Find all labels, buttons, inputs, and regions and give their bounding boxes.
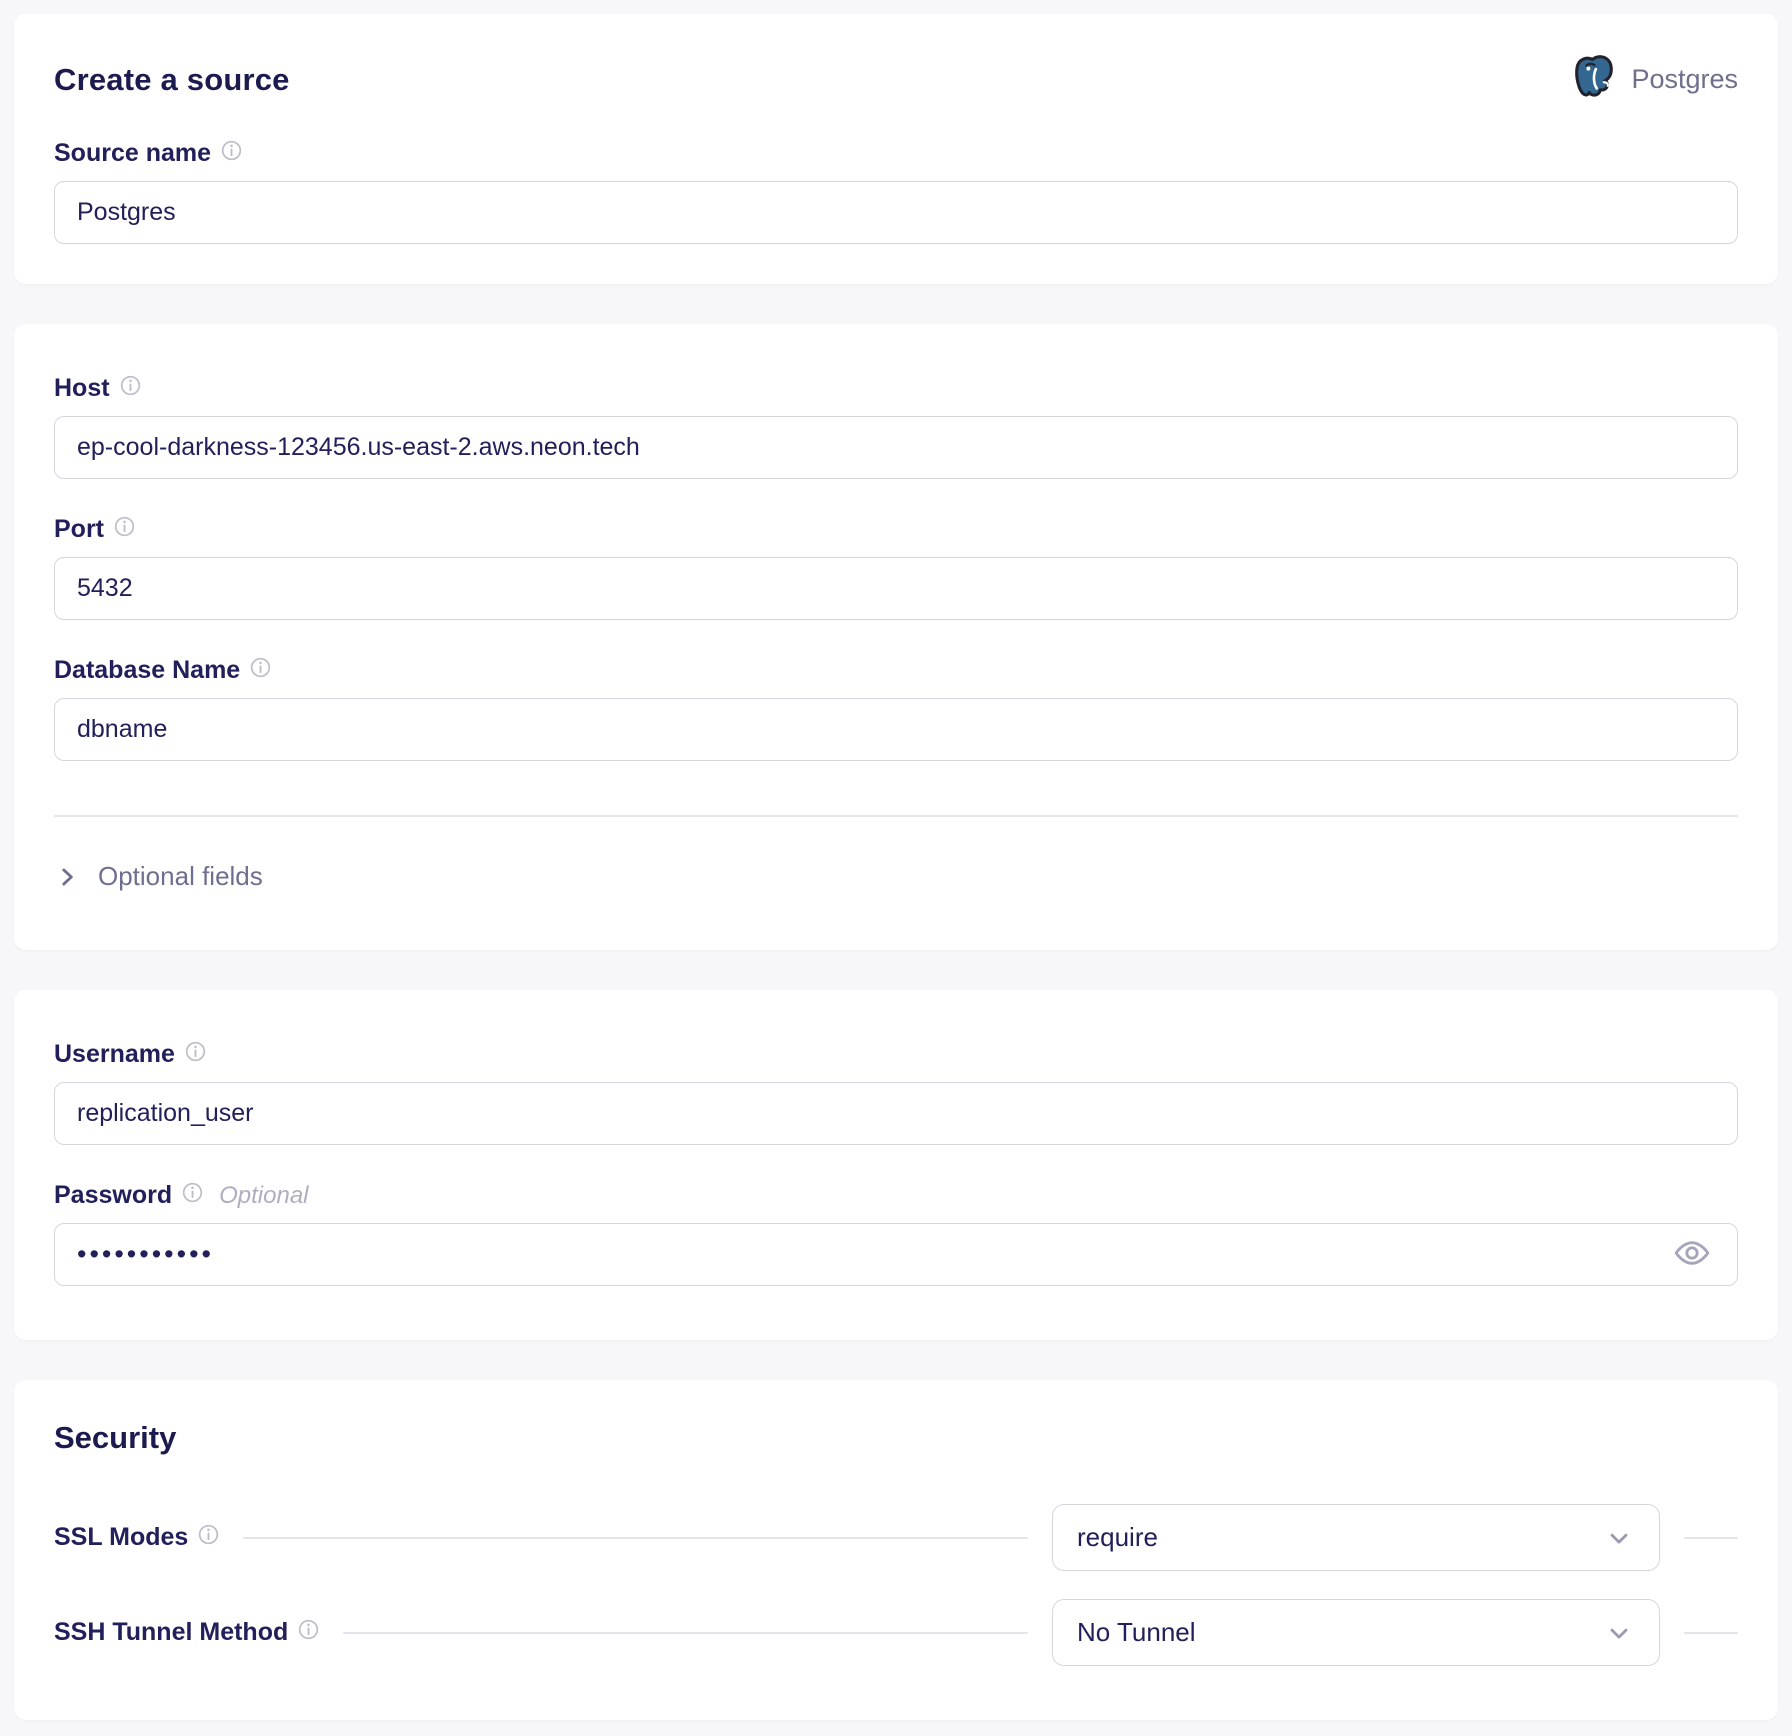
database-name-label: Database Name — [54, 656, 240, 685]
ssh-tunnel-label: SSH Tunnel Method — [54, 1618, 288, 1647]
chevron-right-icon — [54, 864, 80, 890]
password-label-row: Password Optional — [54, 1181, 1738, 1210]
password-label: Password — [54, 1181, 172, 1210]
section-divider — [54, 815, 1738, 817]
optional-fields-toggle[interactable]: Optional fields — [54, 861, 263, 892]
username-label: Username — [54, 1040, 175, 1069]
info-icon[interactable] — [120, 375, 141, 396]
ssl-modes-select[interactable]: require — [1052, 1504, 1660, 1571]
ssl-modes-label-row: SSL Modes — [54, 1523, 219, 1552]
create-source-page: Create a source Postgres Source name — [0, 0, 1792, 1736]
host-label: Host — [54, 374, 110, 403]
connection-card: Host Port Database Name — [14, 324, 1778, 950]
password-field: Password Optional — [54, 1181, 1738, 1286]
ssl-modes-label: SSL Modes — [54, 1523, 188, 1552]
source-name-card: Create a source Postgres Source name — [14, 14, 1778, 284]
port-label-row: Port — [54, 515, 1738, 544]
database-name-input[interactable] — [54, 698, 1738, 761]
port-field: Port — [54, 515, 1738, 620]
ssh-tunnel-rule — [343, 1632, 1028, 1634]
password-input[interactable] — [54, 1223, 1738, 1286]
connector-badge: Postgres — [1573, 54, 1738, 105]
info-icon[interactable] — [198, 1524, 219, 1545]
chevron-down-icon — [1605, 1524, 1633, 1552]
toggle-password-visibility-button[interactable] — [1672, 1235, 1712, 1275]
password-optional-note: Optional — [219, 1182, 308, 1210]
ssl-modes-selected-value: require — [1077, 1522, 1158, 1553]
info-icon[interactable] — [250, 657, 271, 678]
username-field: Username — [54, 1040, 1738, 1145]
source-name-label: Source name — [54, 139, 211, 168]
card-header: Create a source Postgres — [54, 54, 1738, 105]
info-icon[interactable] — [185, 1041, 206, 1062]
host-input[interactable] — [54, 416, 1738, 479]
database-name-field: Database Name — [54, 656, 1738, 761]
eye-icon — [1672, 1233, 1712, 1276]
host-label-row: Host — [54, 374, 1738, 403]
security-heading: Security — [54, 1420, 1738, 1456]
info-icon[interactable] — [221, 140, 242, 161]
ssh-tunnel-selected-value: No Tunnel — [1077, 1617, 1196, 1648]
chevron-down-icon — [1605, 1619, 1633, 1647]
connector-name: Postgres — [1631, 64, 1738, 95]
username-label-row: Username — [54, 1040, 1738, 1069]
optional-fields-label: Optional fields — [98, 861, 263, 892]
ssh-tunnel-select[interactable]: No Tunnel — [1052, 1599, 1660, 1666]
security-card: Security SSL Modes require SSH Tunnel Me… — [14, 1380, 1778, 1720]
ssl-modes-row: SSL Modes require — [54, 1504, 1738, 1571]
source-name-label-row: Source name — [54, 139, 1738, 168]
ssl-modes-rule-end — [1684, 1537, 1738, 1539]
ssh-tunnel-label-row: SSH Tunnel Method — [54, 1618, 319, 1647]
info-icon[interactable] — [298, 1619, 319, 1640]
postgres-elephant-icon — [1573, 54, 1617, 105]
host-field: Host — [54, 374, 1738, 479]
source-name-field: Source name — [54, 139, 1738, 244]
ssh-tunnel-rule-end — [1684, 1632, 1738, 1634]
page-title: Create a source — [54, 62, 290, 98]
credentials-card: Username Password Optional — [14, 990, 1778, 1340]
username-input[interactable] — [54, 1082, 1738, 1145]
info-icon[interactable] — [182, 1182, 203, 1203]
port-label: Port — [54, 515, 104, 544]
ssl-modes-rule — [243, 1537, 1028, 1539]
source-name-input[interactable] — [54, 181, 1738, 244]
info-icon[interactable] — [114, 516, 135, 537]
password-input-wrap — [54, 1223, 1738, 1286]
ssh-tunnel-row: SSH Tunnel Method No Tunnel — [54, 1599, 1738, 1666]
database-name-label-row: Database Name — [54, 656, 1738, 685]
port-input[interactable] — [54, 557, 1738, 620]
